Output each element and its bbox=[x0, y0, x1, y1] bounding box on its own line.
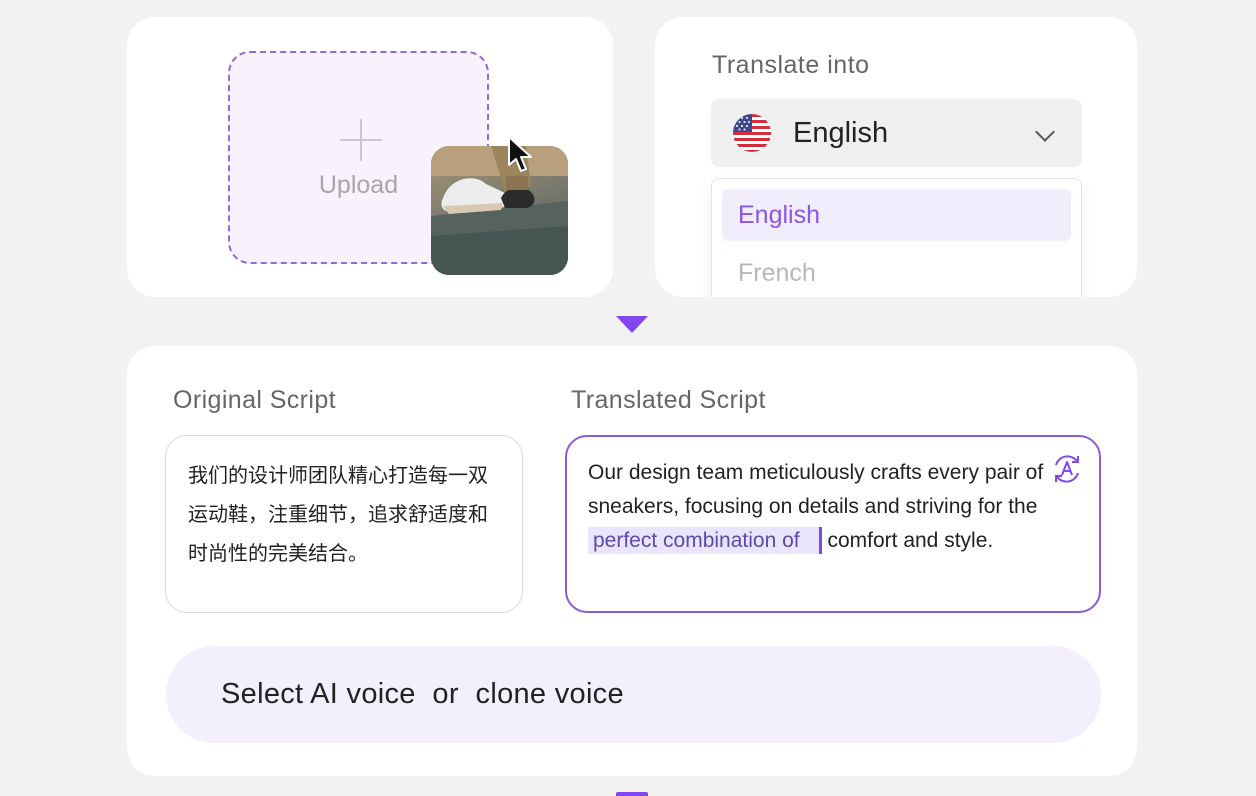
script-card: Original Script Translated Script 我们的设计师… bbox=[127, 346, 1137, 776]
selected-language: English bbox=[793, 117, 889, 149]
translated-text-highlight[interactable]: perfect combination of bbox=[588, 527, 822, 554]
language-select[interactable]: English bbox=[711, 99, 1082, 167]
translated-script-title: Translated Script bbox=[571, 386, 766, 414]
translated-text-before: Our design team meticulously crafts ever… bbox=[588, 461, 1044, 518]
waveform-icon bbox=[695, 664, 1038, 726]
chevron-down-icon[interactable] bbox=[1035, 122, 1055, 142]
plus-icon bbox=[340, 119, 382, 161]
us-flag-icon bbox=[733, 114, 771, 152]
translated-script-box[interactable]: Our design team meticulously crafts ever… bbox=[565, 435, 1101, 613]
translate-title: Translate into bbox=[712, 51, 870, 79]
language-dropdown: English French bbox=[711, 178, 1082, 297]
ai-translate-icon[interactable] bbox=[1051, 453, 1083, 485]
voice-selector[interactable]: Select AI voice or clone voice bbox=[166, 646, 1101, 743]
original-script-title: Original Script bbox=[173, 386, 336, 414]
voice-label: Select AI voice or clone voice bbox=[221, 678, 624, 710]
next-step-indicator bbox=[616, 792, 648, 796]
cursor-icon bbox=[508, 136, 532, 172]
language-option-english[interactable]: English bbox=[722, 189, 1071, 241]
translate-card: Translate into English English French bbox=[655, 17, 1137, 297]
sneaker-image bbox=[431, 146, 568, 275]
translated-text-after: comfort and style. bbox=[827, 529, 994, 552]
translated-script-text: Our design team meticulously crafts ever… bbox=[588, 456, 1048, 558]
upload-card: Upload bbox=[127, 17, 613, 297]
original-script-text: 我们的设计师团队精心打造每一双运动鞋，注重细节，追求舒适度和时尚性的完美结合。 bbox=[188, 463, 488, 565]
original-script-box[interactable]: 我们的设计师团队精心打造每一双运动鞋，注重细节，追求舒适度和时尚性的完美结合。 bbox=[165, 435, 523, 613]
arrow-down-icon bbox=[616, 316, 648, 333]
uploaded-video-thumbnail[interactable] bbox=[431, 146, 568, 275]
